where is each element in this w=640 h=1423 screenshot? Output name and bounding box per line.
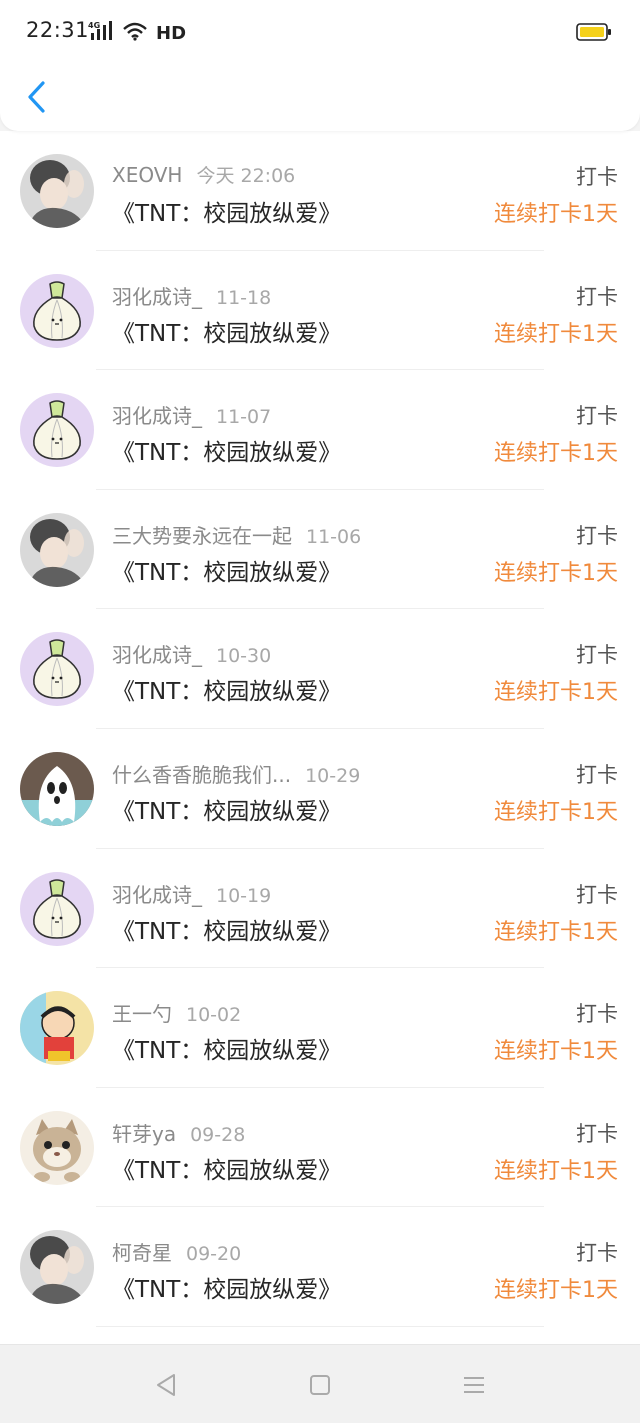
user-line: 羽化成诗_ 11-18 [112, 281, 271, 310]
user-name[interactable]: 王一勺 [112, 1002, 172, 1026]
streak-label: 连续打卡1天 [494, 799, 618, 825]
back-button[interactable] [16, 76, 56, 118]
book-title: 《TNT：校园放纵爱》 [112, 559, 342, 586]
checkin-row[interactable]: 什么香香脆脆我们... 10-29 《TNT：校园放纵爱》 打卡连续打卡1天 [0, 729, 640, 849]
user-line: 三大势要永远在一起 11-06 [112, 520, 361, 549]
checkin-tag: 打卡 [576, 1241, 618, 1266]
checkin-tag: 打卡 [576, 284, 618, 309]
checkin-tag: 打卡 [576, 762, 618, 787]
user-name[interactable]: 羽化成诗_ [112, 404, 202, 428]
checkin-tag: 打卡 [576, 523, 618, 548]
book-title: 《TNT：校园放纵爱》 [112, 1038, 342, 1065]
row-divider [96, 1325, 544, 1327]
user-name[interactable]: 柯奇星 [112, 1241, 172, 1265]
user-name[interactable]: 羽化成诗_ [112, 285, 202, 309]
user-line: 王一勺 10-02 [112, 998, 241, 1027]
home-square-icon [310, 1375, 330, 1395]
user-line: 羽化成诗_ 10-19 [112, 879, 271, 908]
nav-home-button[interactable] [304, 1369, 336, 1401]
photo-avatar[interactable] [20, 1230, 94, 1305]
nav-back-button[interactable] [150, 1369, 182, 1401]
checkin-row[interactable]: XEOVH 今天 22:06 《TNT：校园放纵爱》 打卡连续打卡1天 [0, 131, 640, 251]
streak-label: 连续打卡1天 [494, 560, 618, 586]
garlic-avatar[interactable] [20, 632, 94, 707]
chevron-left-icon [28, 81, 45, 113]
system-nav-bar [0, 1344, 640, 1423]
streak-label: 连续打卡1天 [494, 202, 618, 227]
checkin-row[interactable]: 羽化成诗_ 10-30 《TNT：校园放纵爱》 打卡连续打卡1天 [0, 609, 640, 729]
book-title: 《TNT：校园放纵爱》 [112, 1277, 342, 1304]
checkin-row[interactable]: 羽化成诗_ 11-18 《TNT：校园放纵爱》 打卡连续打卡1天 [0, 251, 640, 371]
user-line: XEOVH 今天 22:06 [112, 161, 295, 188]
streak-label: 连续打卡1天 [494, 1039, 618, 1065]
nav-menu-button[interactable] [458, 1369, 490, 1401]
back-triangle-icon [157, 1374, 175, 1396]
checkin-tag: 打卡 [576, 404, 618, 429]
user-line: 羽化成诗_ 10-30 [112, 639, 271, 668]
user-name[interactable]: XEOVH [112, 163, 182, 187]
checkin-tag: 打卡 [576, 165, 618, 189]
user-line: 柯奇星 09-20 [112, 1237, 241, 1266]
user-name[interactable]: 轩芽ya [112, 1122, 176, 1146]
checkin-tag: 打卡 [576, 882, 618, 907]
hd-indicator: HD [156, 22, 187, 44]
checkin-date: 今天 22:06 [196, 165, 296, 187]
checkin-date: 10-30 [216, 645, 272, 668]
menu-lines-icon [464, 1377, 484, 1393]
book-title: 《TNT：校园放纵爱》 [112, 798, 342, 825]
network-type: 4G [88, 21, 100, 30]
book-title: 《TNT：校园放纵爱》 [112, 918, 342, 945]
user-line: 什么香香脆脆我们... 10-29 [112, 759, 360, 788]
book-title: 《TNT：校园放纵爱》 [112, 320, 342, 347]
streak-label: 连续打卡1天 [494, 321, 618, 347]
garlic-avatar[interactable] [20, 393, 94, 468]
checkin-row[interactable]: 柯奇星 09-20 《TNT：校园放纵爱》 打卡连续打卡1天 [0, 1207, 640, 1327]
checkin-date: 09-20 [186, 1243, 242, 1266]
garlic-avatar[interactable] [20, 273, 94, 348]
photo-avatar[interactable] [20, 512, 94, 587]
user-line: 羽化成诗_ 11-07 [112, 400, 271, 429]
streak-label: 连续打卡1天 [494, 1158, 618, 1184]
streak-label: 连续打卡1天 [494, 441, 618, 467]
book-title: 《TNT：校园放纵爱》 [112, 201, 342, 227]
checkin-row[interactable]: 羽化成诗_ 10-19 《TNT：校园放纵爱》 打卡连续打卡1天 [0, 849, 640, 969]
book-title: 《TNT：校园放纵爱》 [112, 440, 342, 467]
checkin-date: 11-06 [306, 525, 362, 548]
checkin-tag: 打卡 [576, 1002, 618, 1027]
user-name[interactable]: 三大势要永远在一起 [112, 524, 292, 548]
status-icons: 4G HD [88, 20, 186, 46]
user-name[interactable]: 羽化成诗_ [112, 643, 202, 667]
checkin-date: 10-29 [305, 764, 361, 787]
cat-avatar[interactable] [20, 1110, 94, 1185]
garlic-avatar[interactable] [20, 871, 94, 946]
checkin-row[interactable]: 羽化成诗_ 11-07 《TNT：校园放纵爱》 打卡连续打卡1天 [0, 370, 640, 490]
streak-label: 连续打卡1天 [494, 680, 618, 706]
book-title: 《TNT：校园放纵爱》 [112, 1157, 342, 1184]
status-time: 22:31 [26, 18, 90, 42]
battery-icon [576, 23, 612, 45]
top-header: 22:31 4G HD [0, 0, 640, 131]
checkin-date: 11-07 [216, 406, 272, 429]
checkin-row[interactable]: 三大势要永远在一起 11-06 《TNT：校园放纵爱》 打卡连续打卡1天 [0, 490, 640, 610]
signal-icon: 4G [88, 20, 116, 46]
streak-label: 连续打卡1天 [494, 1278, 618, 1304]
checkin-tag: 打卡 [576, 643, 618, 668]
book-title: 《TNT：校园放纵爱》 [112, 679, 342, 706]
user-line: 轩芽ya 09-28 [112, 1118, 245, 1147]
checkin-date: 10-19 [216, 884, 272, 907]
checkin-row[interactable]: 王一勺 10-02 《TNT：校园放纵爱》 打卡连续打卡1天 [0, 968, 640, 1088]
photo-avatar[interactable] [20, 154, 94, 228]
cartoon-avatar[interactable] [20, 991, 94, 1066]
wifi-icon [122, 21, 148, 45]
checkin-date: 10-02 [186, 1004, 242, 1027]
checkin-tag: 打卡 [576, 1121, 618, 1146]
checkin-row[interactable]: 轩芽ya 09-28 《TNT：校园放纵爱》 打卡连续打卡1天 [0, 1088, 640, 1208]
user-name[interactable]: 羽化成诗_ [112, 883, 202, 907]
streak-label: 连续打卡1天 [494, 919, 618, 945]
checkin-date: 09-28 [190, 1123, 246, 1146]
user-name[interactable]: 什么香香脆脆我们... [112, 763, 291, 787]
checkin-list: XEOVH 今天 22:06 《TNT：校园放纵爱》 打卡 连续打卡1天 羽化成诗_ 11-… [0, 131, 640, 1344]
ghost-avatar[interactable] [20, 751, 94, 826]
checkin-date: 11-18 [216, 286, 272, 309]
